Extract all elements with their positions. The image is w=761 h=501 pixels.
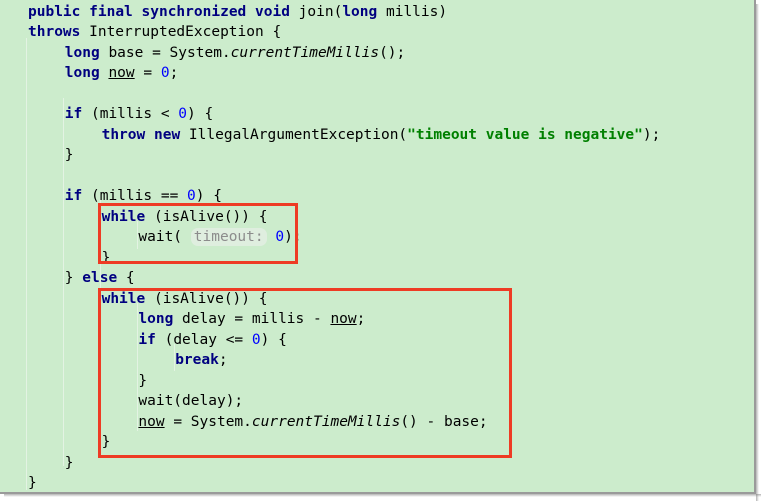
code-line[interactable]: } [102, 248, 111, 268]
code-line[interactable]: public final synchronized void join(long… [28, 2, 447, 22]
code-token: new [153, 127, 181, 143]
code-token: (); [379, 45, 406, 61]
code-token: millis) [377, 4, 448, 20]
code-token: long [138, 311, 174, 327]
code-token: final [89, 4, 133, 20]
code-token: = System. [164, 414, 252, 430]
code-token: () - base; [400, 414, 488, 430]
code-token: } [64, 270, 83, 286]
screenshot-root: public final synchronized void join(long… [0, 0, 761, 501]
code-token: (isAlive()) { [145, 291, 268, 307]
code-token: throw [101, 127, 146, 143]
code-token: long [64, 45, 100, 61]
code-token: currentTimeMillis [251, 414, 401, 430]
code-token: InterruptedException { [80, 24, 282, 40]
code-editor-pane[interactable]: public final synchronized void join(long… [0, 0, 756, 494]
code-line[interactable]: long delay = millis - now; [138, 309, 365, 329]
code-token: void [255, 4, 290, 20]
code-line[interactable]: throw new IllegalArgumentException("time… [102, 125, 661, 145]
code-token: "timeout value is negative" [407, 127, 643, 143]
code-token: } [101, 250, 111, 266]
code-token: { [117, 270, 135, 286]
code-text-area[interactable]: public final synchronized void join(long… [0, 0, 754, 492]
code-line[interactable]: } [102, 432, 111, 452]
code-token: (millis < [82, 106, 179, 122]
code-token: } [64, 455, 74, 471]
code-line[interactable]: wait( timeout: 0); [138, 227, 302, 247]
code-token: currentTimeMillis [230, 45, 380, 61]
code-token: public [28, 4, 81, 20]
code-token: now [108, 65, 135, 81]
code-token: } [28, 475, 37, 491]
inlay-parameter-hint[interactable]: timeout: [190, 228, 267, 246]
code-line[interactable]: } [65, 453, 74, 473]
code-token: IllegalArgumentException( [180, 127, 408, 143]
code-token: while [101, 291, 146, 307]
code-token: ; [356, 311, 366, 327]
code-token: wait(delay); [138, 393, 244, 409]
code-line[interactable]: } [138, 371, 147, 391]
code-token: (millis == [82, 188, 188, 204]
code-token: delay = millis - [173, 311, 331, 327]
code-line[interactable]: break; [175, 350, 227, 370]
window-shadow-right [756, 4, 759, 501]
code-line[interactable]: } else { [65, 268, 135, 288]
code-token: now [330, 311, 357, 327]
code-token: if [138, 332, 156, 348]
code-token: break [175, 352, 219, 368]
code-token: } [64, 147, 74, 163]
code-token: ; [218, 352, 228, 368]
code-token: wait( [138, 229, 191, 245]
code-token: } [101, 434, 111, 450]
code-token: = [134, 65, 161, 81]
code-line[interactable]: if (delay <= 0) { [138, 330, 286, 350]
code-line[interactable]: if (millis < 0) { [65, 104, 213, 124]
code-token: synchronized [141, 4, 247, 20]
code-line[interactable]: } [65, 145, 74, 165]
code-token: 0 [251, 332, 261, 348]
code-token: (delay <= [155, 332, 252, 348]
code-token: now [138, 414, 165, 430]
code-line[interactable]: long now = 0; [65, 63, 179, 83]
code-token: 0 [178, 106, 188, 122]
code-line[interactable]: throws InterruptedException { [28, 22, 281, 42]
code-line[interactable]: while (isAlive()) { [102, 207, 268, 227]
code-token: while [101, 209, 146, 225]
code-line[interactable]: } [28, 473, 37, 492]
code-token: (isAlive()) { [145, 209, 268, 225]
code-token: ); [284, 229, 302, 245]
code-token: if [64, 106, 83, 122]
code-token: if [64, 188, 83, 204]
code-token: long [64, 65, 100, 81]
code-line[interactable]: long base = System.currentTimeMillis(); [65, 43, 405, 63]
code-token: 0 [187, 188, 196, 204]
code-token: join( [289, 4, 343, 20]
code-token: 0 [160, 65, 170, 81]
code-token: ; [169, 65, 179, 81]
code-token: ) { [187, 106, 214, 122]
code-token: base = System. [99, 45, 231, 61]
code-token: ) { [260, 332, 287, 348]
window-shadow-bottom [4, 494, 761, 497]
code-token: ); [642, 127, 661, 143]
code-token: ) { [195, 188, 222, 204]
code-line[interactable]: wait(delay); [138, 391, 243, 411]
code-token: } [138, 373, 148, 389]
code-token: throws [28, 24, 81, 40]
code-line[interactable]: if (millis == 0) { [65, 186, 222, 206]
code-line[interactable]: while (isAlive()) { [102, 289, 268, 309]
code-token: else [82, 270, 118, 286]
code-token: long [342, 4, 378, 20]
code-token: 0 [275, 229, 285, 245]
code-line[interactable]: now = System.currentTimeMillis() - base; [138, 412, 487, 432]
